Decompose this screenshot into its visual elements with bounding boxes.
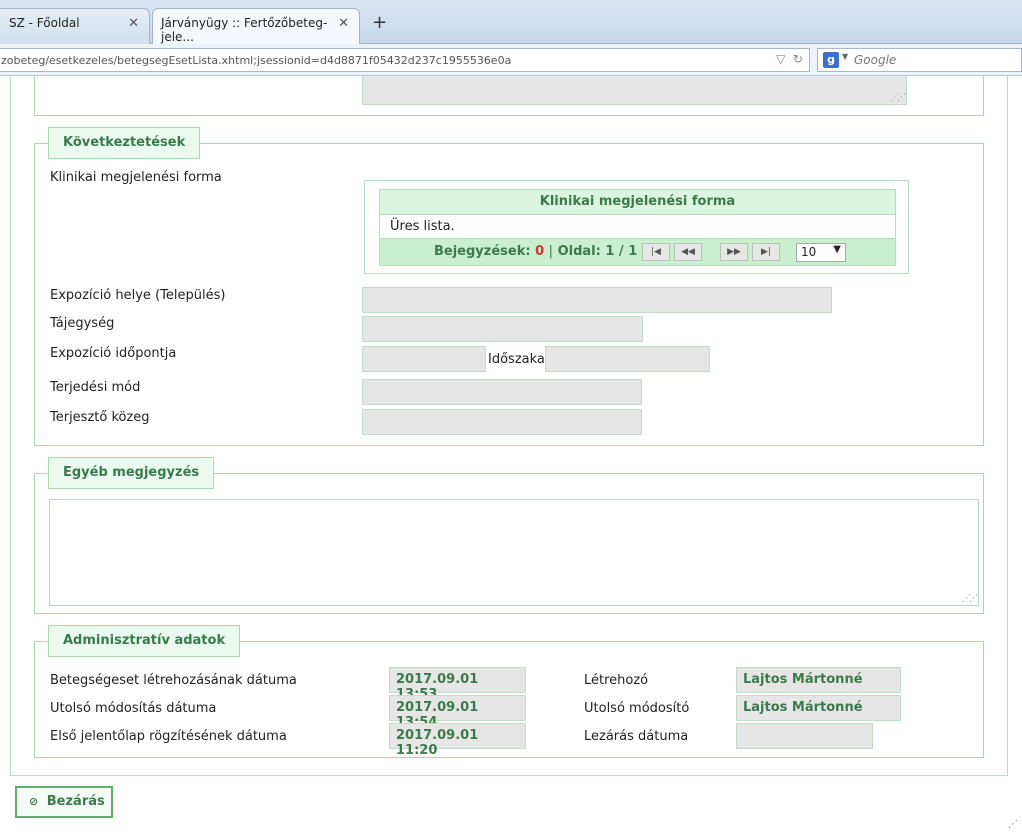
paginator-separator: | [548,244,554,259]
tab-label: SZ - Főoldal [9,16,80,30]
cancel-icon: ⊘ [29,795,39,808]
closing-date-label: Lezárás dátuma [584,729,689,744]
creator-value: Lajtos Mártonné [743,672,863,687]
close-icon[interactable]: ✕ [128,16,139,31]
first-page-icon[interactable]: |◀ [642,243,670,261]
table-paginator: Bejegyzések: 0 | Oldal: 1 / 1 |◀ ◀◀ ▶▶ ▶… [380,239,895,265]
vector-label: Terjesztő közeg [50,410,150,425]
page-size-value: 10 [801,245,817,259]
closing-date-value [737,724,872,732]
transmission-field[interactable] [362,379,642,405]
page-label: Oldal: 1 / 1 [557,244,638,259]
last-page-icon[interactable]: ▶| [752,243,780,261]
creator-label: Létrehozó [584,673,649,688]
conclusions-legend: Következtetések [48,127,201,159]
address-bar[interactable]: zobeteg/esetkezeles/betegsegEsetLista.xh… [0,48,810,72]
created-date-label: Betegségeset létrehozásának dátuma [50,673,297,688]
tab-home[interactable]: SZ - Főoldal ✕ [0,8,150,44]
exposure-place-label: Expozíció helye (Település) [50,288,226,303]
exposure-time-field[interactable] [362,346,486,372]
vector-field[interactable] [362,409,642,435]
empty-list-text: Üres lista. [380,215,895,239]
creator-field: Lajtos Mártonné [736,667,901,693]
search-placeholder: Google [854,53,897,67]
records-count: 0 [535,244,545,259]
period-field[interactable] [545,346,710,372]
admin-legend: Adminisztratív adatok [48,625,241,657]
modified-date-field: 2017.09.01 13:54 [389,695,526,730]
modifier-field: Lajtos Mártonné [736,695,901,721]
next-page-icon[interactable]: ▶▶ [720,243,748,261]
close-icon[interactable]: ✕ [338,16,349,31]
exposure-time-label: Expozíció időpontja [50,346,177,361]
close-button[interactable]: ⊘ Bezárás [15,786,113,818]
first-report-label: Első jelentőlap rögzítésének dátuma [50,729,287,744]
clinical-form-label: Klinikai megjelenési forma [50,170,222,185]
new-tab-button[interactable]: + [372,12,387,33]
exposure-place-field[interactable] [362,287,832,313]
search-input[interactable]: g ▼ Google [817,48,1022,72]
browser-nav-bar: zobeteg/esetkezeles/betegsegEsetLista.xh… [0,44,1022,76]
transmission-label: Terjedési mód [50,380,141,395]
browser-tab-bar: SZ - Főoldal ✕ Járványügy :: Fertőzőbete… [0,0,1022,45]
resize-grip-icon: ⋰⋰ [962,594,978,604]
modified-date-label: Utolsó módosítás dátuma [50,701,217,716]
window-resize-grip-icon[interactable]: ⋰ [1008,819,1018,830]
chevron-down-icon: ▼ [833,244,841,255]
prev-page-icon[interactable]: ◀◀ [674,243,702,261]
clinical-form-table: Klinikai megjelenési forma Üres lista. B… [379,189,896,266]
created-date-field: 2017.09.01 13:53 [389,667,526,702]
page-size-select[interactable]: 10 ▼ [796,243,846,262]
table-header: Klinikai megjelenési forma [380,190,895,215]
period-label: Időszaka [488,352,545,367]
notes-textarea[interactable]: ⋰⋰ [49,499,979,606]
modifier-label: Utolsó módosító [584,701,690,716]
chevron-down-icon[interactable]: ▼ [842,52,848,61]
resize-grip-icon: ⋰⋰ [890,93,906,103]
previous-textarea[interactable]: ⋰⋰ [362,76,907,105]
modifier-value: Lajtos Mártonné [743,700,863,715]
google-icon[interactable]: g [823,52,839,68]
region-label: Tájegység [50,316,115,331]
tab-jarvanyugy[interactable]: Járványügy :: Fertőzőbeteg-jele... ✕ [152,8,360,45]
close-button-label: Bezárás [46,794,105,809]
notes-legend: Egyéb megjegyzés [48,457,215,489]
clinical-form-table-wrapper: Klinikai megjelenési forma Üres lista. B… [364,180,909,274]
first-report-field: 2017.09.01 11:20 [389,723,526,758]
url-text: zobeteg/esetkezeles/betegsegEsetLista.xh… [1,54,512,67]
paginator-info: Bejegyzések: 0 | Oldal: 1 / 1 [434,244,637,259]
records-label: Bejegyzések: [434,244,531,259]
reload-icon[interactable]: ▽ ↻ [776,52,803,66]
first-report-value: 2017.09.01 11:20 [396,728,479,758]
closing-date-field [736,723,873,749]
region-field[interactable] [362,316,643,342]
tab-label: Járványügy :: Fertőzőbeteg-jele... [161,16,328,44]
